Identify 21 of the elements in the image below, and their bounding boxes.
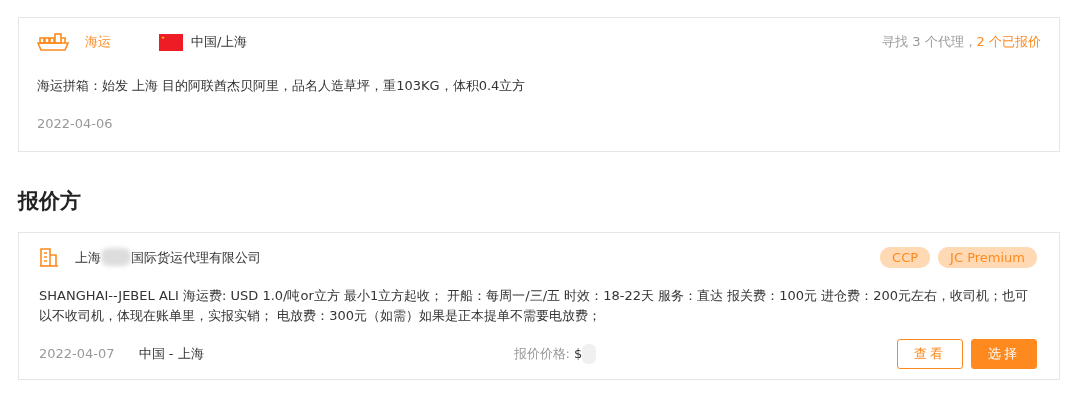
request-description: 海运拼箱：始发 上海 目的阿联酋杰贝阿里，品名人造草坪，重103KG，体积0.4立方 [37,77,527,95]
redaction-mark [101,248,131,267]
select-button[interactable]: 选择 [971,339,1037,369]
quote-description: SHANGHAI--JEBEL ALI 海运费: USD 1.0/吨or立方 最小1立方起收； 开船：每周一/三/五 时效：18-22天 服务：直达 报关费：100元 进仓费：200元左右，收司机；也可以不收司机，体现在账单里，实报实销； 电放费：300元（如需）如果是正本提单不需要电放费； [39,287,1029,325]
view-button[interactable]: 查看 [897,339,963,369]
section-title: 报价方 [18,188,82,215]
building-icon [39,247,59,268]
company-name: 上海 [75,248,101,267]
origin-text: 中国/上海 [191,33,248,52]
tag: CCP [880,246,931,268]
company-name: 国际货运代理有限公司 [131,248,261,267]
transport-mode: 海运 [85,33,111,52]
price-label: 报价价格: [513,345,570,363]
tag: JC Premium [938,246,1037,268]
quote-summary: 寻找 3 个代理，2 个已报价 [882,33,1041,52]
route-text: 中国 - 上海 [138,345,204,363]
price-value: $ [573,345,583,363]
flag-icon [159,33,183,51]
quote-date: 2022-04-07 [39,345,115,363]
request-date: 2022-04-06 [37,114,114,133]
ship-icon [37,32,69,52]
